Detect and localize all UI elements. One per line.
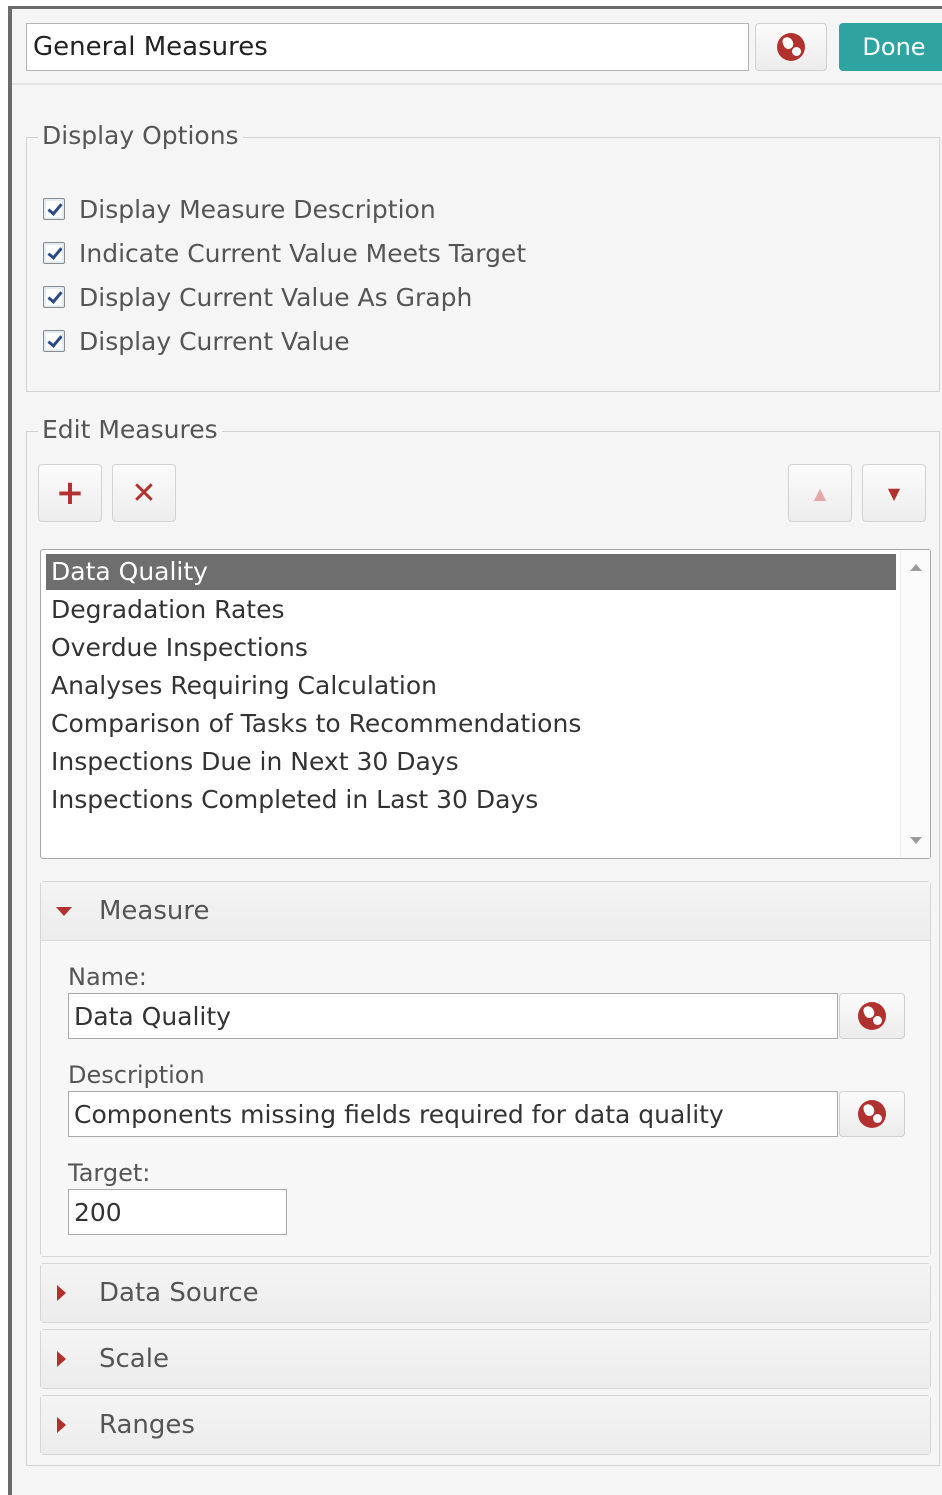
measures-list[interactable]: Data Quality Degradation Rates Overdue I… — [40, 549, 931, 859]
arrow-up-icon: ▲ — [813, 483, 827, 503]
checkbox-label: Display Measure Description — [79, 194, 436, 224]
measures-editor-panel: Done Display Options Display Measure Des… — [8, 6, 942, 1495]
checkbox-checked-icon[interactable] — [43, 330, 65, 352]
checkbox-checked-icon[interactable] — [43, 198, 65, 220]
measure-description-input[interactable] — [68, 1091, 838, 1137]
checkbox-display-current-value[interactable]: Display Current Value — [43, 325, 350, 357]
caret-right-icon — [57, 1417, 66, 1433]
data-source-accordion[interactable]: Data Source — [40, 1263, 931, 1323]
move-down-button[interactable]: ▼ — [862, 464, 926, 522]
display-options-legend: Display Options — [38, 121, 243, 150]
list-item[interactable]: Degradation Rates — [46, 592, 896, 628]
list-item[interactable]: Data Quality — [46, 554, 896, 590]
plus-icon: + — [55, 473, 85, 513]
delete-measure-button[interactable]: ✕ — [112, 464, 176, 522]
measure-name-input[interactable] — [68, 993, 838, 1039]
caret-right-icon — [57, 1351, 66, 1367]
description-label: Description — [68, 1061, 205, 1089]
list-item[interactable]: Inspections Due in Next 30 Days — [46, 744, 896, 780]
target-label: Target: — [68, 1159, 151, 1187]
list-item[interactable]: Inspections Completed in Last 30 Days — [46, 782, 896, 818]
scale-accordion[interactable]: Scale — [40, 1329, 931, 1389]
header-divider — [12, 83, 942, 85]
checkbox-display-current-value-as-graph[interactable]: Display Current Value As Graph — [43, 281, 472, 313]
checkbox-checked-icon[interactable] — [43, 242, 65, 264]
arrow-down-icon: ▼ — [887, 483, 901, 503]
checkbox-label: Indicate Current Value Meets Target — [79, 238, 527, 268]
title-translate-button[interactable] — [755, 23, 827, 71]
name-translate-button[interactable] — [839, 993, 905, 1039]
list-scrollbar[interactable] — [900, 550, 930, 858]
panel-body: Done Display Options Display Measure Des… — [12, 9, 942, 1495]
name-label: Name: — [68, 963, 147, 991]
checkbox-display-measure-description[interactable]: Display Measure Description — [43, 193, 436, 225]
move-up-button[interactable]: ▲ — [788, 464, 852, 522]
checkbox-label: Display Current Value — [79, 326, 350, 356]
edit-measures-legend: Edit Measures — [38, 415, 222, 444]
checkbox-label: Display Current Value As Graph — [79, 282, 473, 312]
measure-accordion: Measure Name: Description Target: — [40, 881, 931, 1257]
accordion-title: Measure — [99, 896, 210, 926]
list-item[interactable]: Analyses Requiring Calculation — [46, 668, 896, 704]
measure-accordion-header[interactable]: Measure — [41, 882, 930, 940]
add-measure-button[interactable]: + — [38, 464, 102, 522]
caret-down-icon — [56, 907, 72, 916]
close-icon: ✕ — [131, 475, 157, 511]
globe-icon — [858, 1002, 886, 1030]
ranges-accordion-header[interactable]: Ranges — [41, 1396, 930, 1454]
scroll-down-icon[interactable] — [910, 837, 922, 844]
widget-title-input[interactable] — [26, 23, 749, 71]
accordion-title: Scale — [99, 1344, 169, 1374]
scale-accordion-header[interactable]: Scale — [41, 1330, 930, 1388]
checkbox-checked-icon[interactable] — [43, 286, 65, 308]
list-item[interactable]: Comparison of Tasks to Recommendations — [46, 706, 896, 742]
globe-icon — [777, 33, 805, 61]
measure-accordion-body: Name: Description Target: — [41, 940, 930, 1256]
description-translate-button[interactable] — [839, 1091, 905, 1137]
caret-right-icon — [57, 1285, 66, 1301]
accordion-title: Ranges — [99, 1410, 195, 1440]
measure-target-input[interactable] — [68, 1189, 287, 1235]
checkbox-indicate-current-value-meets-target[interactable]: Indicate Current Value Meets Target — [43, 237, 526, 269]
scroll-up-icon[interactable] — [910, 564, 922, 571]
ranges-accordion[interactable]: Ranges — [40, 1395, 931, 1455]
data-source-accordion-header[interactable]: Data Source — [41, 1264, 930, 1322]
accordion-title: Data Source — [99, 1278, 259, 1308]
globe-icon — [858, 1100, 886, 1128]
list-item[interactable]: Overdue Inspections — [46, 630, 896, 666]
done-button[interactable]: Done — [839, 23, 942, 71]
